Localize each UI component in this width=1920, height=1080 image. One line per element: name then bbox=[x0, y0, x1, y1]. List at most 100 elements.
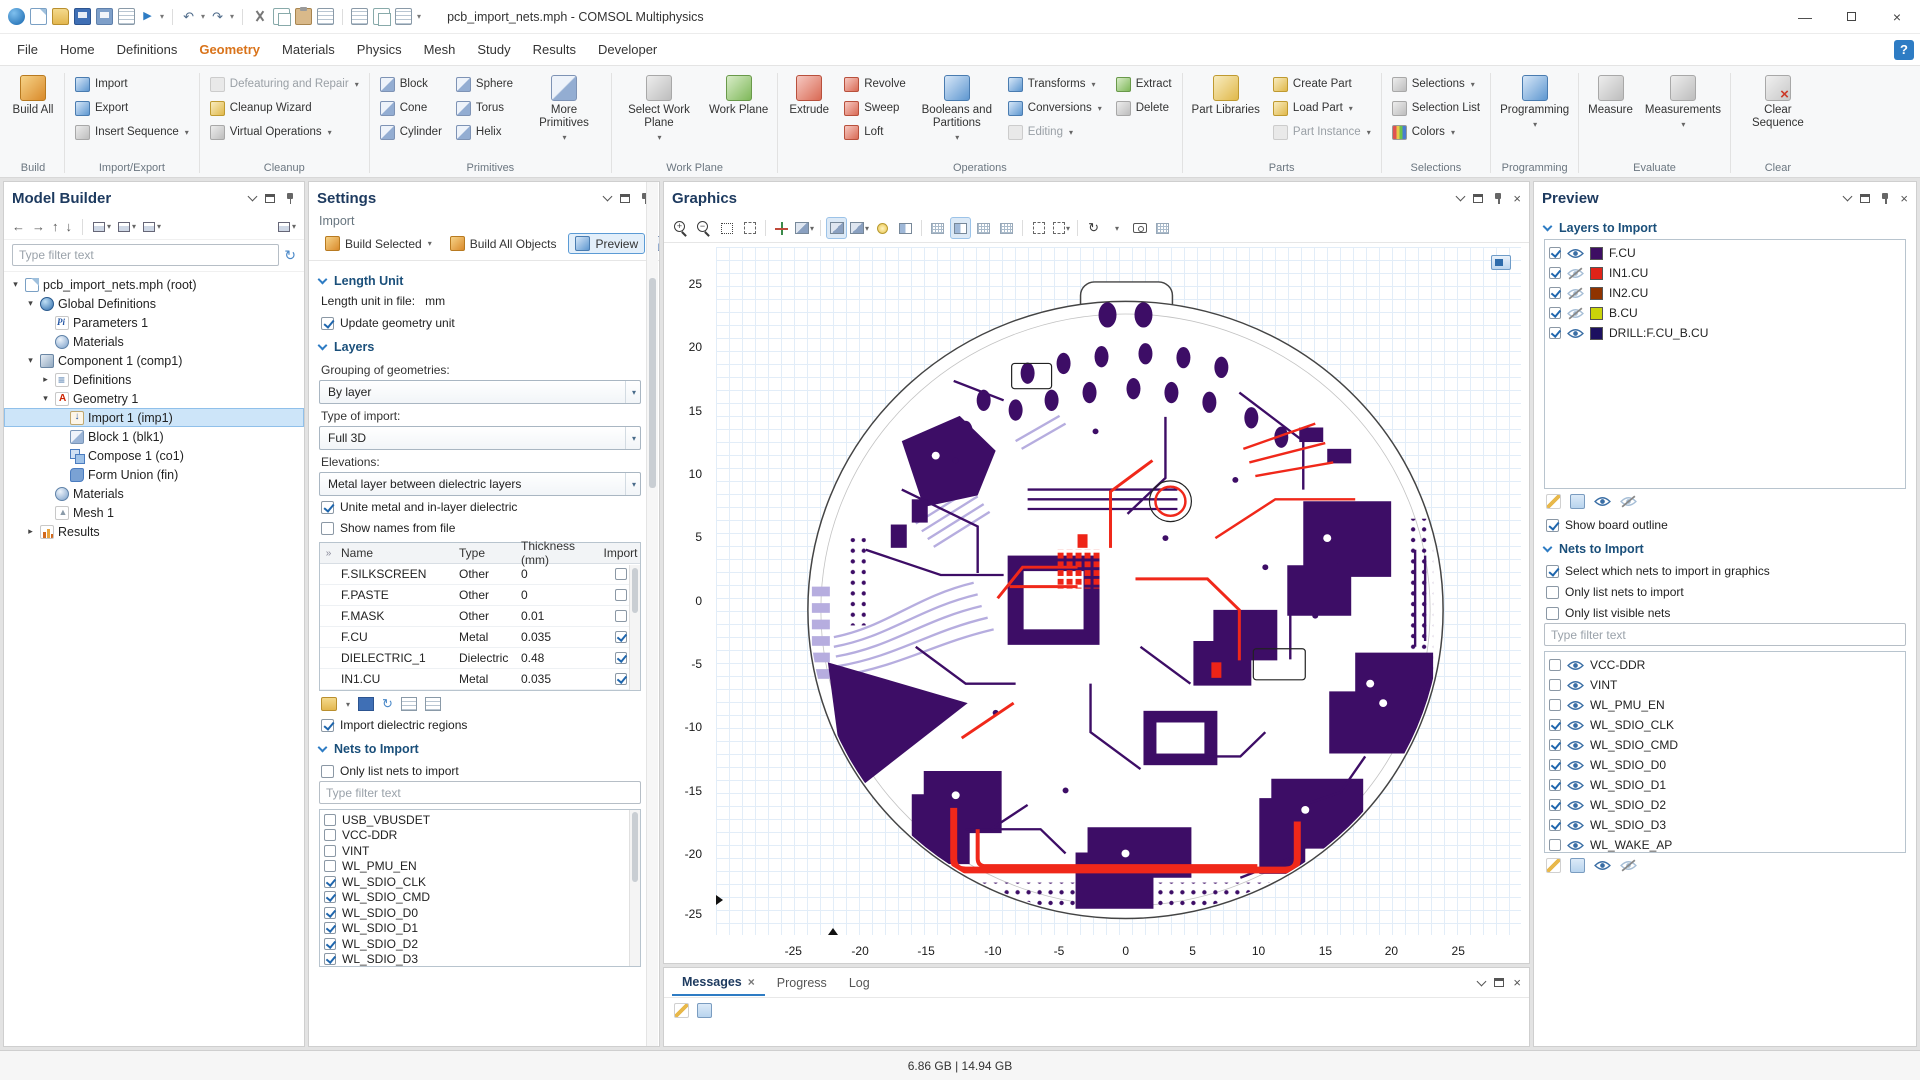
pin-panel-icon[interactable] bbox=[1879, 192, 1891, 205]
run-caret-icon[interactable]: ▾ bbox=[160, 12, 164, 21]
update-geometry-unit-row[interactable]: Update geometry unit bbox=[319, 312, 641, 333]
close-panel-icon[interactable]: × bbox=[1513, 192, 1521, 205]
preview-net-checkbox[interactable] bbox=[1549, 759, 1561, 771]
layer-table-row[interactable]: F.PASTE Other 0 bbox=[320, 585, 640, 606]
layer-checkbox[interactable] bbox=[1549, 327, 1561, 339]
grouping-select[interactable]: By layer▾ bbox=[319, 380, 641, 404]
net-checkbox[interactable] bbox=[324, 845, 336, 857]
layer-list-item[interactable]: F.CU bbox=[1549, 243, 1901, 263]
tree-item[interactable]: Mesh 1 bbox=[4, 503, 304, 522]
sweep-button[interactable]: Sweep bbox=[839, 97, 911, 119]
select-box-icon[interactable] bbox=[1028, 217, 1049, 239]
preview-net-item[interactable]: VINT bbox=[1549, 675, 1901, 695]
preview-net-item[interactable]: WL_SDIO_D3 bbox=[1549, 815, 1901, 835]
back-icon[interactable]: ← bbox=[12, 219, 25, 234]
clear-messages-icon[interactable] bbox=[674, 1003, 689, 1018]
preview-net-item[interactable]: WL_SDIO_CMD bbox=[1549, 735, 1901, 755]
net-checkbox[interactable] bbox=[324, 829, 336, 841]
visibility-eye-icon[interactable] bbox=[1567, 839, 1584, 852]
section-length-unit[interactable]: Length Unit bbox=[319, 267, 641, 292]
wireframe-rendering-icon[interactable] bbox=[973, 217, 994, 239]
helix-button[interactable]: Helix bbox=[451, 121, 518, 143]
conversions-button[interactable]: Conversions▾ bbox=[1003, 97, 1107, 119]
ribbon-tab[interactable]: Mesh bbox=[413, 36, 467, 63]
tree-item[interactable]: Component 1 (comp1) bbox=[4, 351, 304, 370]
measure-button[interactable]: Measure bbox=[1584, 70, 1637, 119]
tree-expander-icon[interactable] bbox=[25, 298, 36, 309]
forward-icon[interactable]: → bbox=[32, 219, 45, 234]
print-icon[interactable] bbox=[118, 8, 135, 25]
preview-net-item[interactable]: VCC-DDR bbox=[1549, 655, 1901, 675]
insert-sequence-button[interactable]: Insert Sequence▾ bbox=[70, 121, 194, 143]
tab-log[interactable]: Log bbox=[839, 971, 880, 995]
maximize-button[interactable] bbox=[1828, 0, 1874, 33]
section-layers-to-import[interactable]: Layers to Import bbox=[1544, 214, 1906, 239]
save-icon[interactable] bbox=[74, 8, 91, 25]
transparency-icon[interactable] bbox=[950, 217, 971, 239]
layer-checkbox[interactable] bbox=[1549, 307, 1561, 319]
ribbon-tab[interactable]: Geometry bbox=[188, 36, 271, 63]
tree-item[interactable]: Compose 1 (co1) bbox=[4, 446, 304, 465]
perspective-projection-icon[interactable]: ▾ bbox=[849, 217, 870, 239]
net-checkbox[interactable] bbox=[324, 938, 336, 950]
preview-nets-filter-input[interactable] bbox=[1544, 623, 1906, 646]
preview-net-item[interactable]: WL_PMU_EN bbox=[1549, 695, 1901, 715]
panel-menu-icon[interactable] bbox=[1456, 192, 1466, 202]
section-nets-to-import[interactable]: Nets to Import bbox=[319, 735, 641, 760]
refresh-table-icon[interactable]: ↻ bbox=[382, 696, 393, 712]
work-plane-button[interactable]: Work Plane bbox=[705, 70, 772, 119]
float-panel-icon[interactable] bbox=[620, 194, 630, 203]
preview-net-item[interactable]: WL_SDIO_D2 bbox=[1549, 795, 1901, 815]
copy-icon[interactable] bbox=[273, 8, 290, 25]
tree-expander-icon[interactable] bbox=[25, 355, 36, 366]
scene-light-icon[interactable] bbox=[872, 217, 893, 239]
import-dielectric-checkbox[interactable] bbox=[321, 719, 334, 732]
visibility-eye-icon[interactable] bbox=[1567, 327, 1584, 340]
tree-item[interactable]: Parameters 1 bbox=[4, 313, 304, 332]
net-list-item[interactable]: WL_SDIO_CLK bbox=[324, 874, 628, 890]
customize-toolbar-caret-icon[interactable]: ▾ bbox=[417, 12, 421, 21]
panel-menu-icon[interactable] bbox=[603, 192, 613, 202]
colors-button[interactable]: Colors▾ bbox=[1387, 121, 1485, 143]
import-layer-checkbox[interactable] bbox=[615, 631, 627, 643]
ribbon-tab[interactable]: Study bbox=[466, 36, 521, 63]
preview-net-item[interactable]: WL_SDIO_D0 bbox=[1549, 755, 1901, 775]
model-tree-filter-input[interactable] bbox=[12, 244, 279, 266]
tree-item[interactable]: Definitions bbox=[4, 370, 304, 389]
only-visible-nets-row[interactable]: Only list visible nets bbox=[1544, 602, 1906, 623]
close-tab-icon[interactable]: × bbox=[748, 975, 755, 989]
import-layer-checkbox[interactable] bbox=[615, 673, 627, 685]
save-table-icon[interactable] bbox=[358, 697, 374, 711]
window-layout-icon[interactable] bbox=[373, 8, 390, 25]
clear-sequence-button[interactable]: Clear Sequence bbox=[1736, 70, 1820, 132]
only-list-nets-row[interactable]: Only list nets to import bbox=[319, 760, 641, 781]
move-up-icon[interactable]: ↑ bbox=[52, 219, 59, 234]
cut-icon[interactable] bbox=[251, 8, 268, 25]
net-list-item[interactable]: WL_SDIO_CMD bbox=[324, 890, 628, 906]
layer-checkbox[interactable] bbox=[1549, 267, 1561, 279]
hide-all-icon[interactable] bbox=[1620, 495, 1637, 508]
selection-settings-icon[interactable]: ▾ bbox=[1051, 217, 1072, 239]
tab-progress[interactable]: Progress bbox=[767, 971, 837, 995]
new-file-icon[interactable] bbox=[30, 8, 47, 25]
unite-metal-row[interactable]: Unite metal and in-layer dielectric bbox=[319, 496, 641, 517]
show-all-icon[interactable] bbox=[1594, 495, 1611, 508]
extract-button[interactable]: Extract bbox=[1111, 73, 1177, 95]
close-button[interactable]: × bbox=[1874, 0, 1920, 33]
build-selected-button[interactable]: Build Selected ▾ bbox=[319, 234, 438, 253]
extrude-button[interactable]: Extrude bbox=[783, 70, 835, 119]
defeaturing-button[interactable]: Defeaturing and Repair▾ bbox=[205, 73, 364, 95]
preview-net-checkbox[interactable] bbox=[1549, 719, 1561, 731]
ribbon-tab[interactable]: Results bbox=[522, 36, 587, 63]
visibility-eye-icon[interactable] bbox=[1567, 287, 1584, 300]
visibility-eye-icon[interactable] bbox=[1567, 659, 1584, 672]
float-panel-icon[interactable] bbox=[1860, 194, 1870, 203]
build-all-button[interactable]: Build All bbox=[7, 70, 59, 119]
minimize-button[interactable]: — bbox=[1782, 0, 1828, 33]
show-board-outline-checkbox[interactable] bbox=[1546, 519, 1559, 532]
update-plot-icon[interactable]: ↻ bbox=[1083, 217, 1104, 239]
tree-expander-icon[interactable] bbox=[10, 279, 21, 290]
net-list-item[interactable]: WL_SDIO_D2 bbox=[324, 936, 628, 952]
preview-net-item[interactable]: WL_SDIO_CLK bbox=[1549, 715, 1901, 735]
delete-button[interactable]: Delete bbox=[1111, 97, 1177, 119]
